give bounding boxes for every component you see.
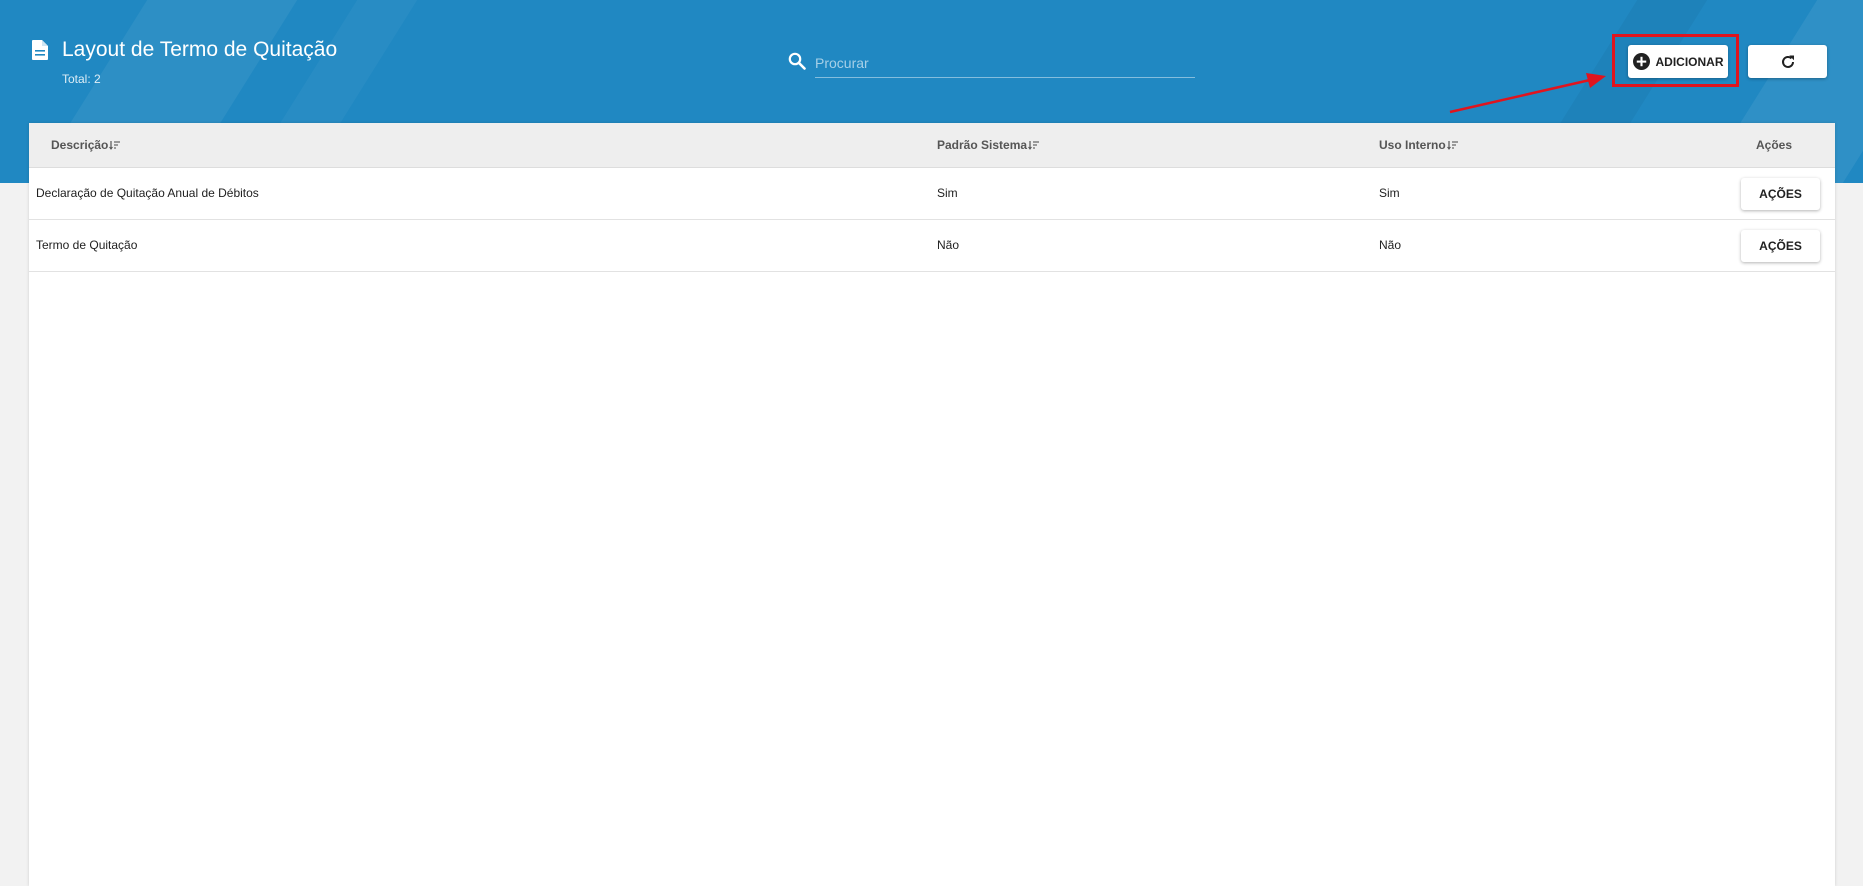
annotation-arrow [1449,73,1606,114]
column-header-uso-interno[interactable]: Uso Interno [1379,138,1459,152]
table-row[interactable]: Declaração de Quitação Anual de Débitos … [29,168,1835,220]
column-header-acoes: Ações [1756,138,1793,152]
cell-descricao: Termo de Quitação [36,238,138,252]
actions-button[interactable]: AÇÕES [1741,230,1820,262]
cell-padrao-sistema: Sim [937,186,958,200]
column-header-descricao[interactable]: Descrição [51,138,121,152]
table-row[interactable]: Termo de Quitação Não Não AÇÕES [29,220,1835,272]
search-icon [788,52,806,70]
sort-icon [109,141,121,150]
table-header: Descrição Padrão Sistema Uso Interno Açõ… [29,123,1835,168]
refresh-icon [1781,55,1794,68]
column-header-padrao-sistema[interactable]: Padrão Sistema [937,138,1040,152]
refresh-button[interactable] [1748,45,1827,78]
cell-descricao: Declaração de Quitação Anual de Débitos [36,186,259,200]
cell-uso-interno: Não [1379,238,1402,252]
page-title: Layout de Termo de Quitação [62,38,338,61]
document-icon [32,40,48,60]
cell-padrao-sistema: Não [937,238,960,252]
actions-button[interactable]: AÇÕES [1741,178,1820,210]
search-input[interactable] [815,48,1195,78]
sort-icon [1446,141,1458,150]
sort-icon [1028,141,1040,150]
total-count: Total: 2 [62,72,101,86]
annotation-highlight-box [1612,34,1739,87]
data-table: Descrição Padrão Sistema Uso Interno Açõ… [29,123,1835,886]
cell-uso-interno: Sim [1379,186,1400,200]
